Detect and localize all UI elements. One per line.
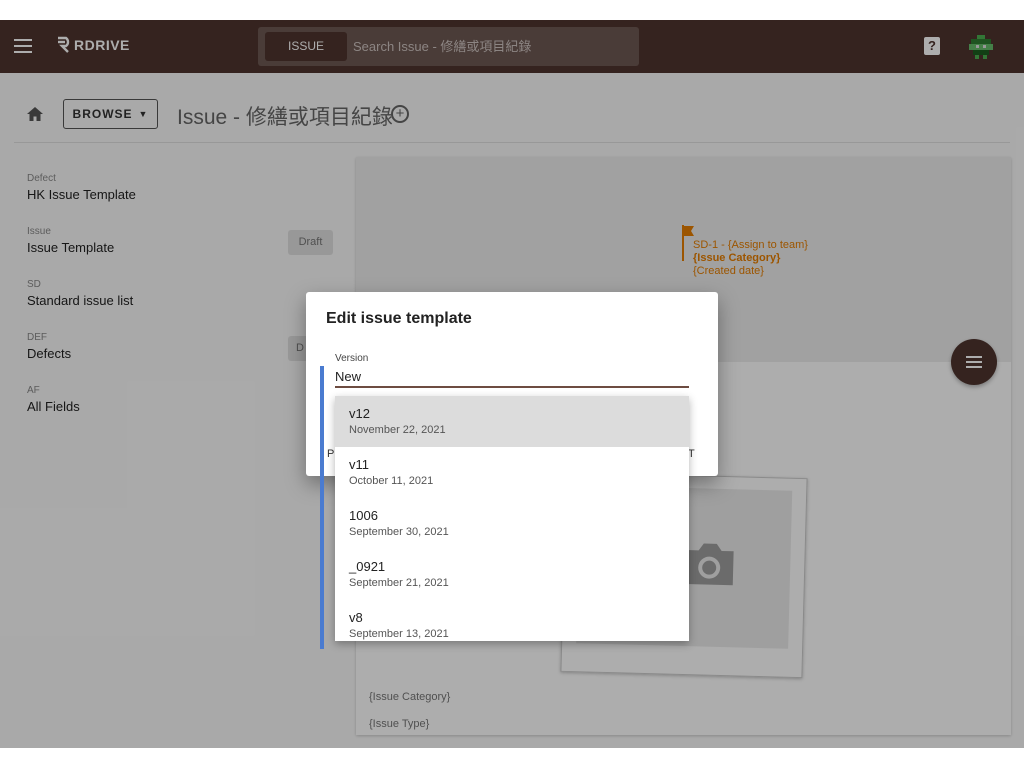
option-date: October 11, 2021 (349, 475, 434, 487)
scrollbar[interactable] (320, 366, 324, 649)
option-date: September 21, 2021 (349, 577, 449, 589)
dropdown-option-v11[interactable]: v11 October 11, 2021 (335, 447, 689, 498)
option-date: November 22, 2021 (349, 424, 446, 436)
option-date: September 13, 2021 (349, 628, 449, 640)
dropdown-option-0921[interactable]: _0921 September 21, 2021 (335, 549, 689, 600)
dialog-action-right[interactable]: T (688, 448, 695, 460)
version-input[interactable] (335, 366, 689, 388)
dropdown-option-v12[interactable]: v12 November 22, 2021 (335, 396, 689, 447)
option-title: v11 (349, 457, 369, 472)
dialog-title: Edit issue template (326, 310, 472, 327)
option-date: September 30, 2021 (349, 526, 449, 538)
option-title: _0921 (349, 559, 386, 574)
version-dropdown: v12 November 22, 2021 v11 October 11, 20… (335, 396, 689, 641)
option-title: 1006 (349, 508, 378, 523)
version-label: Version (335, 353, 369, 364)
option-title: v8 (349, 610, 363, 625)
dropdown-option-1006[interactable]: 1006 September 30, 2021 (335, 498, 689, 549)
option-title: v12 (349, 406, 370, 421)
dialog-action-left[interactable]: P (327, 448, 334, 460)
dropdown-option-v8[interactable]: v8 September 13, 2021 (335, 600, 689, 641)
